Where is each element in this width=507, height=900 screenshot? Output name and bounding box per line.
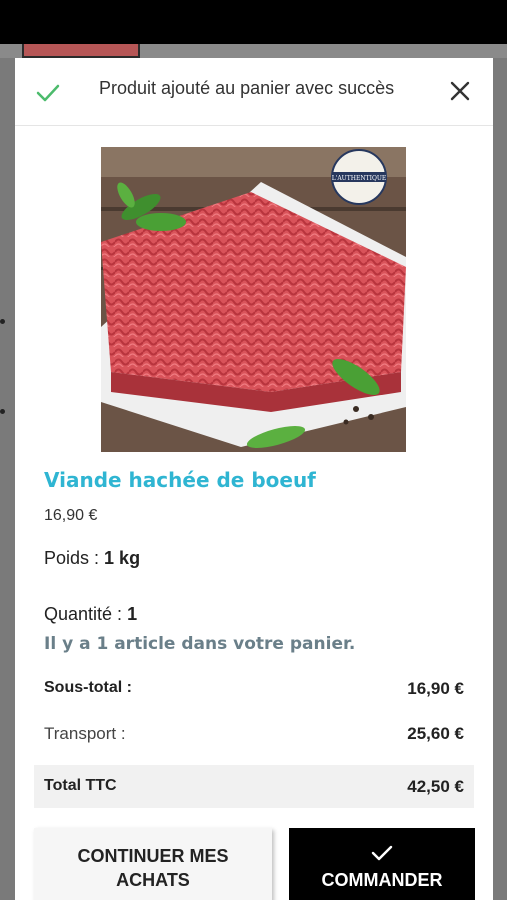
order-label: COMMANDER: [321, 870, 443, 890]
background-dot: [0, 409, 5, 414]
weight-label: Poids :: [44, 548, 100, 568]
status-bar: [0, 0, 507, 44]
product-quantity: Quantité : 1: [44, 604, 137, 625]
subtotal-value: 16,90 €: [407, 679, 464, 698]
product-image: L'AUTHENTIQUE: [101, 147, 406, 452]
close-icon[interactable]: [445, 76, 475, 106]
product-weight: Poids : 1 kg: [44, 548, 140, 569]
continue-shopping-button[interactable]: CONTINUER MES ACHATS: [34, 828, 272, 900]
subtotal-label: Sous-total :: [44, 679, 132, 696]
cart-modal: Produit ajouté au panier avec succès L'A…: [15, 58, 493, 900]
background-thumbnail: [22, 44, 140, 58]
check-icon: [36, 84, 60, 102]
weight-value: 1 kg: [104, 548, 141, 568]
background-dot: [0, 319, 5, 324]
order-button[interactable]: COMMANDER: [289, 828, 475, 900]
cart-count-text: Il y a 1 article dans votre panier.: [44, 634, 356, 654]
modal-title: Produit ajouté au panier avec succès: [99, 78, 395, 98]
total-row: Total TTC 42,50 €: [34, 765, 474, 808]
quantity-label: Quantité :: [44, 604, 123, 624]
transport-label: Transport :: [44, 724, 126, 743]
transport-value: 25,60 €: [407, 724, 464, 743]
image-badge-text: L'AUTHENTIQUE: [332, 175, 387, 182]
continue-label-line2: ACHATS: [116, 870, 190, 890]
modal-header: Produit ajouté au panier avec succès: [15, 58, 493, 126]
total-label: Total TTC: [44, 777, 117, 794]
total-value: 42,50 €: [407, 777, 464, 796]
continue-label-line1: CONTINUER MES: [77, 846, 229, 866]
product-name: Viande hachée de boeuf: [44, 468, 316, 492]
check-icon: [371, 845, 393, 861]
quantity-value: 1: [127, 604, 138, 624]
subtotal-row: Sous-total : 16,90 €: [34, 669, 474, 709]
product-price: 16,90 €: [44, 507, 98, 524]
transport-row: Transport : 25,60 €: [34, 714, 474, 754]
